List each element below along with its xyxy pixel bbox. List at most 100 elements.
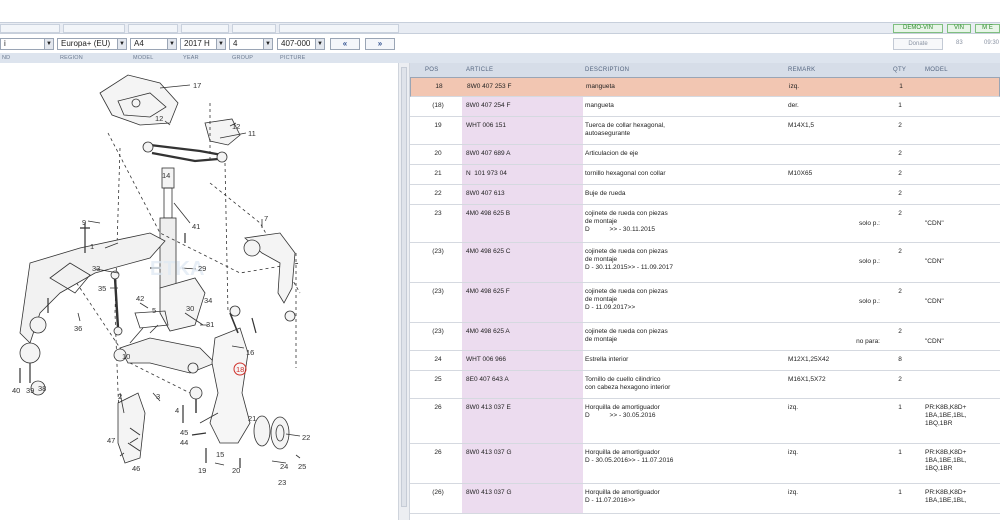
callout-40[interactable]: 40 (12, 386, 20, 395)
callout-38[interactable]: 38 (38, 384, 46, 393)
cell-article[interactable]: 8W0 413 037 G (466, 449, 512, 457)
table-row[interactable]: 26 8W0 413 037 E Horquilla de amortiguador… (410, 399, 1000, 444)
callout-24[interactable]: 24 (280, 462, 288, 471)
col-model[interactable]: MODEL (925, 67, 948, 73)
callout-29[interactable]: 29 (198, 264, 206, 273)
callout-20[interactable]: 20 (232, 466, 240, 475)
cell-article[interactable]: WHT 006 966 (466, 356, 506, 364)
col-qty[interactable]: QTY (893, 67, 906, 73)
tab-cell[interactable] (128, 24, 178, 33)
parts-diagram[interactable]: ETKA 17 12 11 12 41 9 7 1 33 35 29 34 36… (0, 63, 398, 520)
callout-45[interactable]: 45 (180, 428, 188, 437)
table-row[interactable]: (26) 8W0 413 037 G Horquilla de amortiguad… (410, 484, 1000, 514)
tab-cell[interactable] (0, 24, 60, 33)
callout-17[interactable]: 17 (193, 81, 201, 90)
table-row[interactable]: 24 WHT 006 966 Estrella interior M12X1,25X4… (410, 351, 1000, 371)
callout-7[interactable]: 7 (264, 214, 268, 223)
table-row[interactable]: 18 8W0 407 253 F mangueta izq. 1 (410, 77, 1000, 97)
cell-remark: M10X65 (788, 170, 813, 177)
cell-article[interactable]: 4M0 498 625 F (466, 288, 510, 296)
table-row[interactable]: 22 8W0 407 613 Buje de rueda 2 (410, 185, 1000, 205)
year-select[interactable]: 2017 H ▼ (180, 38, 226, 50)
cell-note: solo p.: (859, 258, 880, 265)
cell-article[interactable]: 8W0 413 037 E (466, 404, 511, 412)
cell-description: cojinete de rueda con piezas de montaje … (585, 288, 668, 311)
picture-select[interactable]: 407-000 ▼ (277, 38, 325, 50)
cell-article[interactable]: 8W0 407 689 A (466, 150, 510, 158)
region-select[interactable]: Europa+ (EU) ▼ (57, 38, 127, 50)
callout-21[interactable]: 21 (248, 414, 256, 423)
callout-42[interactable]: 42 (136, 294, 144, 303)
callout-15[interactable]: 15 (216, 450, 224, 459)
cell-article[interactable]: 4M0 498 625 C (466, 248, 510, 256)
tab-cell[interactable] (232, 24, 276, 33)
col-remark[interactable]: REMARK (788, 67, 815, 73)
callout-10[interactable]: 10 (122, 352, 130, 361)
model-select[interactable]: A4 ▼ (130, 38, 177, 50)
panel-splitter[interactable] (398, 63, 410, 520)
scrollbar-thumb[interactable] (401, 67, 407, 507)
callout-5[interactable]: 5 (152, 306, 156, 315)
callout-4[interactable]: 4 (175, 406, 179, 415)
cell-article[interactable]: N 101 973 04 (466, 170, 507, 178)
cell-article[interactable]: 4M0 498 625 A (466, 328, 510, 336)
col-description[interactable]: DESCRIPTION (585, 67, 629, 73)
callout-25[interactable]: 25 (298, 462, 306, 471)
callout-12b[interactable]: 12 (232, 122, 240, 131)
cell-article[interactable]: 8W0 407 254 F (466, 102, 510, 110)
callout-23[interactable]: 23 (278, 478, 286, 487)
callout-34[interactable]: 34 (204, 296, 212, 305)
callout-44[interactable]: 44 (180, 438, 188, 447)
table-row[interactable]: 25 8E0 407 643 A Tornillo de cuello cilind… (410, 371, 1000, 399)
callout-47[interactable]: 47 (107, 436, 115, 445)
tab-cell[interactable] (63, 24, 125, 33)
callout-30[interactable]: 30 (186, 304, 194, 313)
more-button[interactable]: M E (975, 24, 1000, 33)
callout-36[interactable]: 36 (74, 324, 82, 333)
cell-article[interactable]: 4M0 498 625 B (466, 210, 510, 218)
cell-article[interactable]: 8W0 407 613 (466, 190, 505, 198)
group-select[interactable]: 4 ▼ (229, 38, 273, 50)
brand-select[interactable]: i ▼ (0, 38, 54, 50)
vin-button[interactable]: VIN (947, 24, 971, 33)
callout-16[interactable]: 16 (246, 348, 254, 357)
callout-19[interactable]: 19 (198, 466, 206, 475)
callout-3[interactable]: 3 (156, 392, 160, 401)
next-picture-button[interactable]: » (365, 38, 395, 50)
callout-22[interactable]: 22 (302, 433, 310, 442)
table-row[interactable]: 19 WHT 006 151 Tuerca de collar hexagonal,… (410, 117, 1000, 145)
callout-2[interactable]: 2 (118, 392, 122, 401)
cell-article[interactable]: 8E0 407 643 A (466, 376, 509, 384)
table-row[interactable]: 20 8W0 407 689 A Articulacion de eje 2 (410, 145, 1000, 165)
table-row[interactable]: 21 N 101 973 04 tornillo hexagonal con col… (410, 165, 1000, 185)
col-pos[interactable]: POS (425, 67, 439, 73)
table-row[interactable]: (23) 4M0 498 625 A cojinete de rueda con p… (410, 323, 1000, 351)
col-article[interactable]: ARTICLE (466, 67, 493, 73)
table-row[interactable]: (23) 4M0 498 625 F cojinete de rueda con p… (410, 283, 1000, 323)
cell-article[interactable]: 8W0 407 253 F (467, 83, 511, 91)
tab-cell[interactable] (279, 24, 399, 33)
callout-9[interactable]: 9 (82, 218, 86, 227)
callout-35[interactable]: 35 (98, 284, 106, 293)
callout-46[interactable]: 46 (132, 464, 140, 473)
callout-11[interactable]: 11 (248, 129, 256, 138)
donate-button[interactable]: Donate (893, 38, 943, 50)
table-row[interactable]: 26 8W0 413 037 G Horquilla de amortiguador… (410, 444, 1000, 484)
callout-12[interactable]: 12 (155, 114, 163, 123)
callout-39[interactable]: 39 (26, 386, 34, 395)
prev-picture-button[interactable]: « (330, 38, 360, 50)
table-row[interactable]: (23) 4M0 498 625 C cojinete de rueda con p… (410, 243, 1000, 283)
cell-description: Articulacion de eje (585, 150, 639, 157)
callout-14[interactable]: 14 (162, 171, 170, 180)
callout-41[interactable]: 41 (192, 222, 200, 231)
callout-1[interactable]: 1 (90, 242, 94, 251)
cell-article[interactable]: WHT 006 151 (466, 122, 506, 130)
cell-article[interactable]: 8W0 413 037 G (466, 489, 512, 497)
callout-18[interactable]: 18 (236, 365, 244, 374)
table-row[interactable]: 23 4M0 498 625 B cojinete de rueda con pie… (410, 205, 1000, 243)
demo-vin-button[interactable]: DEMO-VIN (893, 24, 943, 33)
tab-cell[interactable] (181, 24, 229, 33)
callout-33[interactable]: 33 (92, 264, 100, 273)
callout-31[interactable]: 31 (206, 320, 214, 329)
table-row[interactable]: (18) 8W0 407 254 F mangueta der. 1 (410, 97, 1000, 117)
